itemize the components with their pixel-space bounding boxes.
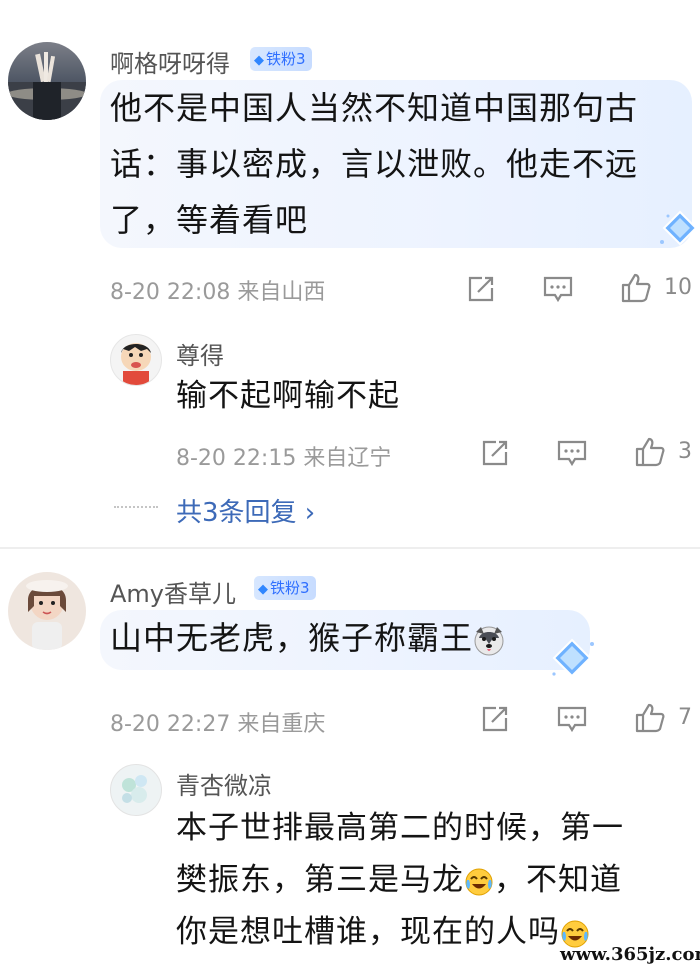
share-icon[interactable] [466, 274, 496, 304]
diamond-icon [660, 210, 698, 246]
comment-text-line: 他不是中国人当然不知道中国那句古 [110, 89, 639, 127]
comment-username[interactable]: 啊格呀呀得 [110, 44, 230, 79]
comment-text-line: 话：事以密成，言以泄败。他走不远 [110, 145, 639, 183]
comment-icon[interactable] [556, 438, 588, 468]
reply-username[interactable]: 青杏微凉 [176, 766, 272, 801]
reply-text-line: 樊振东，第三是马龙 ，不知道 [176, 854, 696, 906]
reply-meta: 8-20 22:15 来自辽宁 [176, 446, 392, 471]
like-icon[interactable] [634, 436, 666, 468]
like-count: 10 [664, 275, 692, 300]
watermark-site: www.365jz.com [560, 944, 700, 965]
badge-label: 铁粉3 [270, 579, 310, 597]
comment-text: 他不是中国人当然不知道中国那句古 话：事以密成，言以泄败。他走不远 了，等着看吧 [110, 80, 690, 248]
diamond-icon [552, 638, 594, 678]
reply-text: 本子世排最高第二的时候，第一 樊振东，第三是马龙 ，不知道 你是想吐槽谁，现在的… [176, 802, 696, 958]
like-icon[interactable] [634, 702, 666, 734]
diamond-icon: ◆ [254, 53, 264, 68]
comment-text: 山中无老虎，猴子称霸王 [110, 610, 505, 666]
diamond-icon: ◆ [258, 582, 268, 597]
fan-badge: ◆ 铁粉3 [254, 576, 316, 600]
avatar[interactable] [8, 572, 86, 650]
husky-emoji-icon [474, 626, 504, 656]
comment-meta: 8-20 22:27 来自重庆 [110, 712, 326, 737]
comment-meta: 8-20 22:08 来自山西 [110, 280, 326, 305]
avatar-image [122, 775, 147, 803]
comment-text-line: 了，等着看吧 [110, 201, 309, 239]
laugh-cry-emoji-icon [465, 868, 493, 895]
fan-badge: ◆ 铁粉3 [250, 47, 312, 71]
reply-thread-dots [114, 506, 158, 508]
reply-text: 输不起啊输不起 [176, 378, 400, 414]
badge-label: 铁粉3 [266, 50, 306, 68]
avatar-image [8, 52, 86, 120]
comment-text-content: 山中无老虎，猴子称霸王 [110, 619, 474, 657]
reply-text-line: 本子世排最高第二的时候，第一 [176, 810, 624, 846]
divider [0, 547, 700, 549]
reply-text-segment: 樊振东，第三是马龙 [176, 862, 464, 898]
avatar-image [121, 343, 151, 385]
avatar[interactable] [110, 764, 162, 816]
like-count: 3 [678, 439, 692, 464]
avatar[interactable] [110, 334, 162, 386]
avatar-image [26, 580, 68, 650]
like-icon[interactable] [620, 272, 652, 304]
comment-icon[interactable] [556, 704, 588, 734]
reply-text-segment: 你是想吐槽谁，现在的人吗 [176, 914, 560, 950]
reply-text-segment: ，不知道 [494, 862, 622, 898]
comment-icon[interactable] [542, 274, 574, 304]
share-icon[interactable] [480, 438, 510, 468]
avatar[interactable] [8, 42, 86, 120]
like-count: 7 [678, 705, 692, 730]
reply-username[interactable]: 尊得 [176, 336, 224, 371]
share-icon[interactable] [480, 704, 510, 734]
more-replies-link[interactable]: 共3条回复 › [176, 492, 315, 529]
comment-username[interactable]: Amy香草儿 [110, 574, 236, 609]
